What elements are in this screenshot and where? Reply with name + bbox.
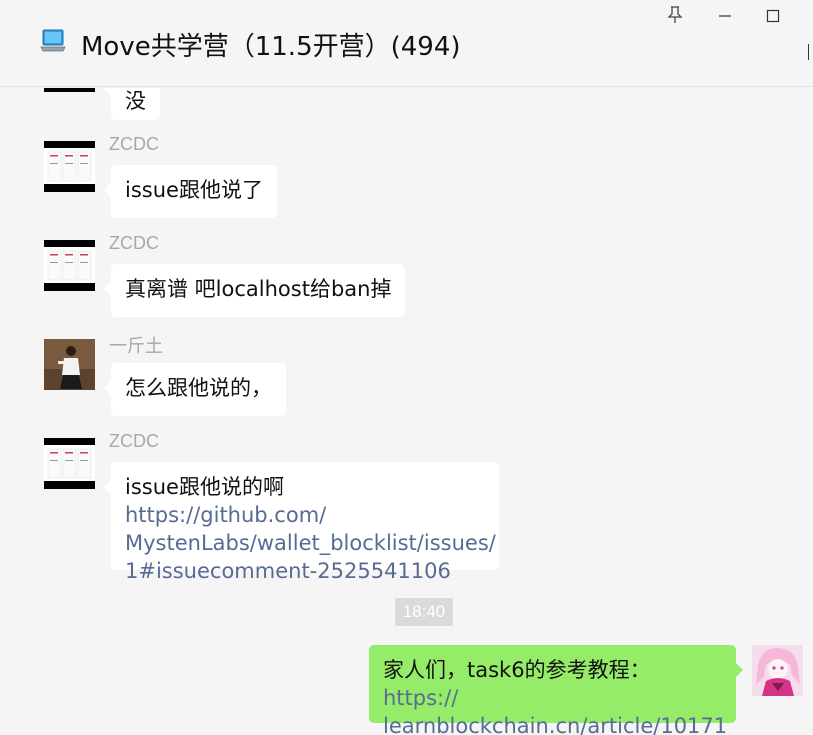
avatar[interactable]	[44, 438, 95, 489]
message-text: issue跟他说的啊	[125, 475, 284, 499]
sender-name: ZCDC	[109, 431, 159, 451]
message-text: 没	[125, 89, 146, 113]
sender-name: ZCDC	[109, 134, 159, 154]
sender-name: 一斤土	[109, 336, 163, 356]
chat-window: Move共学营（11.5开营）(494) 没 ZCDC issue跟他说了 ZC…	[0, 0, 813, 735]
title-bar: Move共学营（11.5开营）(494)	[0, 0, 813, 87]
pin-icon[interactable]	[664, 4, 686, 26]
avatar[interactable]	[44, 240, 95, 291]
avatar[interactable]	[44, 141, 95, 192]
my-avatar[interactable]	[752, 645, 803, 696]
message-text: 家人们，task6的参考教程：	[383, 658, 651, 682]
message-bubble[interactable]: 没	[104, 88, 160, 120]
message-link[interactable]: https://	[383, 686, 458, 710]
message-bubble[interactable]: issue跟他说了	[104, 165, 277, 218]
message-text: 真离谱 吧localhost给ban掉	[125, 277, 392, 301]
message-bubble[interactable]: issue跟他说的啊 https://github.com/MystenLabs…	[104, 462, 499, 583]
message-link[interactable]: MystenLabs/wallet_blocklist/issues/	[125, 531, 496, 555]
message-bubble[interactable]: 怎么跟他说的，	[104, 363, 286, 416]
laptop-icon	[40, 28, 66, 54]
message-link[interactable]: learnblockchain.cn/article/10171	[383, 714, 727, 735]
message-text: 怎么跟他说的，	[125, 376, 272, 400]
avatar[interactable]	[44, 339, 95, 390]
message-text: issue跟他说了	[125, 178, 263, 202]
chat-title: Move共学营（11.5开营）(494)	[81, 32, 461, 62]
sender-name: ZCDC	[109, 233, 159, 253]
window-edge-marker	[808, 44, 811, 60]
message-list[interactable]: 没 ZCDC issue跟他说了 ZCDC 真离谱 吧localhost给ban…	[0, 88, 813, 735]
timestamp: 18:40	[395, 598, 453, 626]
my-message-bubble[interactable]: 家人们，task6的参考教程： https:// learnblockchain.c…	[369, 645, 743, 735]
message-link[interactable]: 1#issuecomment-2525541106	[125, 559, 451, 583]
message-link[interactable]: https://github.com/	[125, 503, 326, 527]
minimize-icon[interactable]	[714, 4, 736, 26]
avatar[interactable]	[44, 88, 95, 92]
message-bubble[interactable]: 真离谱 吧localhost给ban掉	[103, 264, 406, 317]
maximize-icon[interactable]	[762, 4, 784, 26]
